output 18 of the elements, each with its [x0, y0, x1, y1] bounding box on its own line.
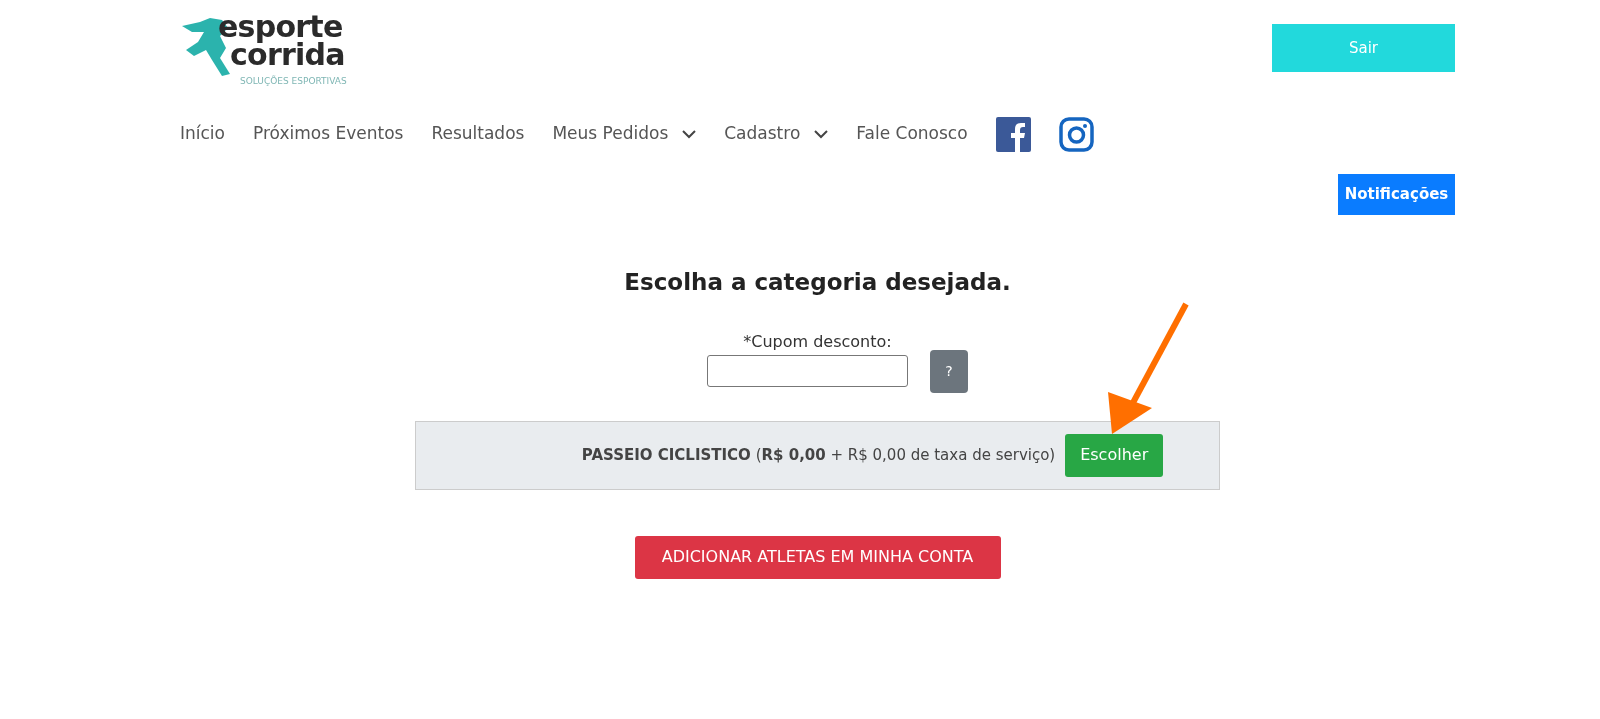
category-text: PASSEIO CICLISTICO (R$ 0,00 + R$ 0,00 de taxa de serviço) [581, 444, 1056, 466]
nav-link[interactable]: Início [180, 121, 225, 147]
chevron-down-icon [682, 129, 697, 139]
instagram-icon[interactable] [1058, 116, 1094, 152]
help-button[interactable]: ? [930, 349, 968, 393]
nav-dropdown[interactable]: Meus Pedidos [552, 121, 697, 147]
nav-dropdown[interactable]: Cadastro [724, 121, 829, 147]
nav-link[interactable]: Fale Conosco [856, 121, 968, 147]
nav-link[interactable]: Resultados [431, 121, 525, 147]
notifications-button[interactable]: Notificações [1338, 174, 1455, 215]
coupon-field[interactable] [707, 355, 908, 387]
nav-link[interactable]: Próximos Eventos [253, 121, 404, 147]
page-title: Escolha a categoria desejada. [624, 268, 1011, 297]
facebook-icon[interactable] [995, 116, 1031, 152]
coupon-label: *Cupom desconto: [743, 330, 892, 353]
chevron-down-icon [814, 129, 829, 139]
logo-tagline: SOLUÇÕES ESPORTIVAS [240, 76, 347, 86]
add-athletes-button[interactable]: ADICIONAR ATLETAS EM MINHA CONTA [634, 535, 1001, 579]
